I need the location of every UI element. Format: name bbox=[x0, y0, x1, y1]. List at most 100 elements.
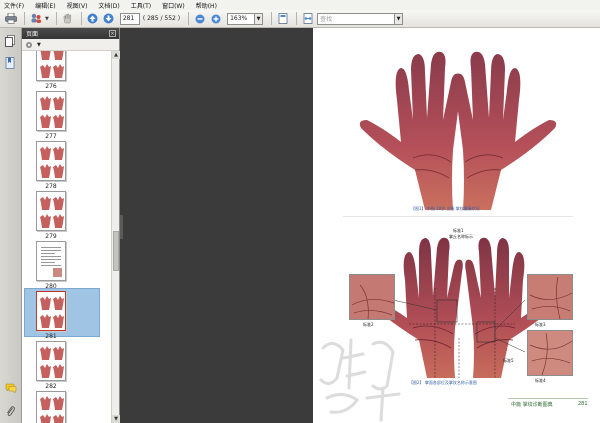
toolbar-separator bbox=[271, 12, 273, 25]
search-dropdown-button[interactable]: ▼ bbox=[395, 12, 404, 25]
page-number-input[interactable]: 281 bbox=[119, 12, 140, 25]
page-thumbnail[interactable] bbox=[36, 91, 66, 131]
menu-view[interactable]: 视图(V) bbox=[67, 1, 88, 10]
hand-tool-button[interactable] bbox=[61, 12, 75, 26]
callout-inset-left bbox=[349, 274, 395, 320]
zoom-in-button[interactable] bbox=[209, 12, 223, 26]
thumbnails-scrollbar[interactable]: ▲ ▼ bbox=[111, 51, 120, 423]
page-count: ( 285 / 552 ) bbox=[142, 15, 181, 22]
arrow-up-icon bbox=[87, 13, 98, 24]
menu-document[interactable]: 文档(D) bbox=[98, 1, 119, 10]
thumbnail-hand-shape bbox=[40, 214, 51, 228]
fit-page-icon bbox=[278, 13, 288, 24]
attachments-panel-button[interactable] bbox=[4, 404, 17, 417]
thumbnail-hand-shape bbox=[40, 396, 51, 410]
document-page: 【图1】 中指 10岁 五指 掌纹健康状况 标准1 掌丘名称标示 标准2 标准3… bbox=[313, 28, 600, 423]
next-page-button[interactable] bbox=[102, 12, 116, 26]
thumbnail-hand-shape bbox=[40, 96, 51, 110]
pages-icon bbox=[5, 34, 15, 47]
hand-icon bbox=[64, 13, 72, 24]
scroll-up-button[interactable]: ▲ bbox=[112, 51, 120, 59]
thumbnail-preview bbox=[40, 146, 64, 178]
scroll-down-button[interactable]: ▼ bbox=[112, 415, 120, 423]
toolbar: ▼ 281 ( 285 / 552 ) 163% ▼ 查找 ▼ bbox=[0, 10, 600, 28]
menu-file[interactable]: 文件(F) bbox=[4, 1, 24, 10]
zoom-dropdown-button[interactable]: ▼ bbox=[255, 12, 264, 25]
callout-label-e: 标准5 bbox=[503, 358, 514, 363]
panel-splitter-handle[interactable] bbox=[120, 215, 123, 239]
thumbnail-hand-shape bbox=[53, 146, 64, 160]
footer-rule bbox=[508, 398, 588, 399]
toolbar-separator bbox=[188, 12, 190, 25]
search-input[interactable]: 查找 bbox=[317, 12, 396, 25]
menu-bar: 文件(F) 编辑(E) 视图(V) 文档(D) 工具(T) 窗口(W) 帮助(H… bbox=[0, 0, 600, 10]
thumbnail-hand-shape bbox=[40, 414, 51, 423]
zoom-in-icon bbox=[211, 14, 221, 23]
page-thumbnail[interactable] bbox=[36, 241, 66, 281]
thumbnail-hand-shape bbox=[53, 364, 64, 378]
options-gear-icon[interactable] bbox=[25, 41, 35, 49]
callout-label-a2: 掌丘名称标示 bbox=[449, 234, 473, 239]
divider bbox=[343, 216, 573, 217]
toolbar-separator bbox=[55, 12, 57, 25]
page-thumbnail[interactable] bbox=[36, 391, 66, 423]
thumbnail-hand-shape bbox=[40, 64, 51, 78]
comment-bubble-icon bbox=[5, 383, 16, 394]
chevron-down-icon[interactable]: ▼ bbox=[45, 16, 49, 22]
chevron-down-icon[interactable]: ▼ bbox=[37, 42, 41, 48]
comments-panel-button[interactable] bbox=[4, 382, 17, 395]
bookmarks-panel-button[interactable] bbox=[4, 56, 17, 69]
page-thumbnail[interactable] bbox=[36, 341, 66, 381]
toolbar-separator bbox=[24, 12, 25, 25]
fit-width-button[interactable] bbox=[301, 12, 315, 26]
thumbnail-text-line bbox=[41, 247, 61, 248]
pages-panel-button[interactable] bbox=[4, 34, 17, 47]
menu-window[interactable]: 窗口(W) bbox=[162, 1, 185, 10]
thumbnail-text-line bbox=[41, 259, 61, 260]
thumbnail-preview bbox=[40, 346, 64, 378]
thumbnail-preview bbox=[41, 247, 62, 277]
thumbnail-hand-shape bbox=[53, 314, 64, 328]
thumbnail-hand-shape bbox=[40, 346, 51, 360]
seal-watermark bbox=[319, 338, 401, 422]
toolbar-separator bbox=[296, 12, 298, 25]
share-button[interactable] bbox=[29, 12, 43, 26]
callout-inset-right-bottom bbox=[527, 330, 573, 376]
chevron-up-icon: ▲ bbox=[114, 52, 118, 58]
scrollbar-thumb[interactable] bbox=[113, 231, 119, 271]
thumbnail-hand-shape bbox=[40, 196, 51, 210]
fit-page-button[interactable] bbox=[276, 12, 290, 26]
bottom-figure-caption: 【图2】 掌面各部位及掌纹名称示意图 bbox=[409, 380, 477, 385]
page-thumbnail[interactable] bbox=[36, 191, 66, 231]
thumbnail-hand-shape bbox=[53, 346, 64, 360]
pages-panel-title: 页面 bbox=[26, 31, 39, 38]
callout-inset-right-top bbox=[527, 274, 573, 320]
paperclip-icon bbox=[7, 405, 15, 416]
print-button[interactable] bbox=[4, 12, 18, 26]
menu-tools[interactable]: 工具(T) bbox=[131, 1, 151, 10]
menu-help[interactable]: 帮助(H) bbox=[196, 1, 217, 10]
menu-edit[interactable]: 编辑(E) bbox=[35, 1, 55, 10]
thumbnail-label: 278 bbox=[45, 183, 57, 190]
previous-page-button[interactable] bbox=[86, 12, 100, 26]
thumbnail-text-line bbox=[41, 265, 61, 266]
thumbnail-preview bbox=[40, 396, 64, 423]
page-thumbnail[interactable] bbox=[36, 141, 66, 181]
thumbnail-hand-shape bbox=[53, 396, 64, 410]
pages-panel: 页面 × ▼ 276277278279280281282283 ▲ ▼ bbox=[22, 28, 120, 423]
thumbnail-hand-shape bbox=[53, 296, 64, 310]
close-icon[interactable]: × bbox=[109, 30, 116, 37]
zoom-out-button[interactable] bbox=[193, 12, 207, 26]
palms-photo-top bbox=[359, 51, 557, 210]
thumbnail-hand-shape bbox=[40, 296, 51, 310]
bookmark-icon bbox=[5, 56, 15, 69]
page-thumbnail[interactable] bbox=[36, 291, 66, 331]
share-people-icon bbox=[31, 13, 41, 23]
document-viewport[interactable]: 【图1】 中指 10岁 五指 掌纹健康状况 标准1 掌丘名称标示 标准2 标准3… bbox=[120, 28, 600, 423]
acrobat-window: 文件(F) 编辑(E) 视图(V) 文档(D) 工具(T) 窗口(W) 帮助(H… bbox=[0, 0, 600, 423]
chevron-down-icon: ▼ bbox=[114, 416, 118, 422]
callout-label-d: 标准4 bbox=[535, 378, 546, 383]
zoom-level-input[interactable]: 163% bbox=[227, 12, 256, 25]
page-thumbnail[interactable] bbox=[36, 51, 66, 81]
thumbnail-hand-shape bbox=[40, 364, 51, 378]
